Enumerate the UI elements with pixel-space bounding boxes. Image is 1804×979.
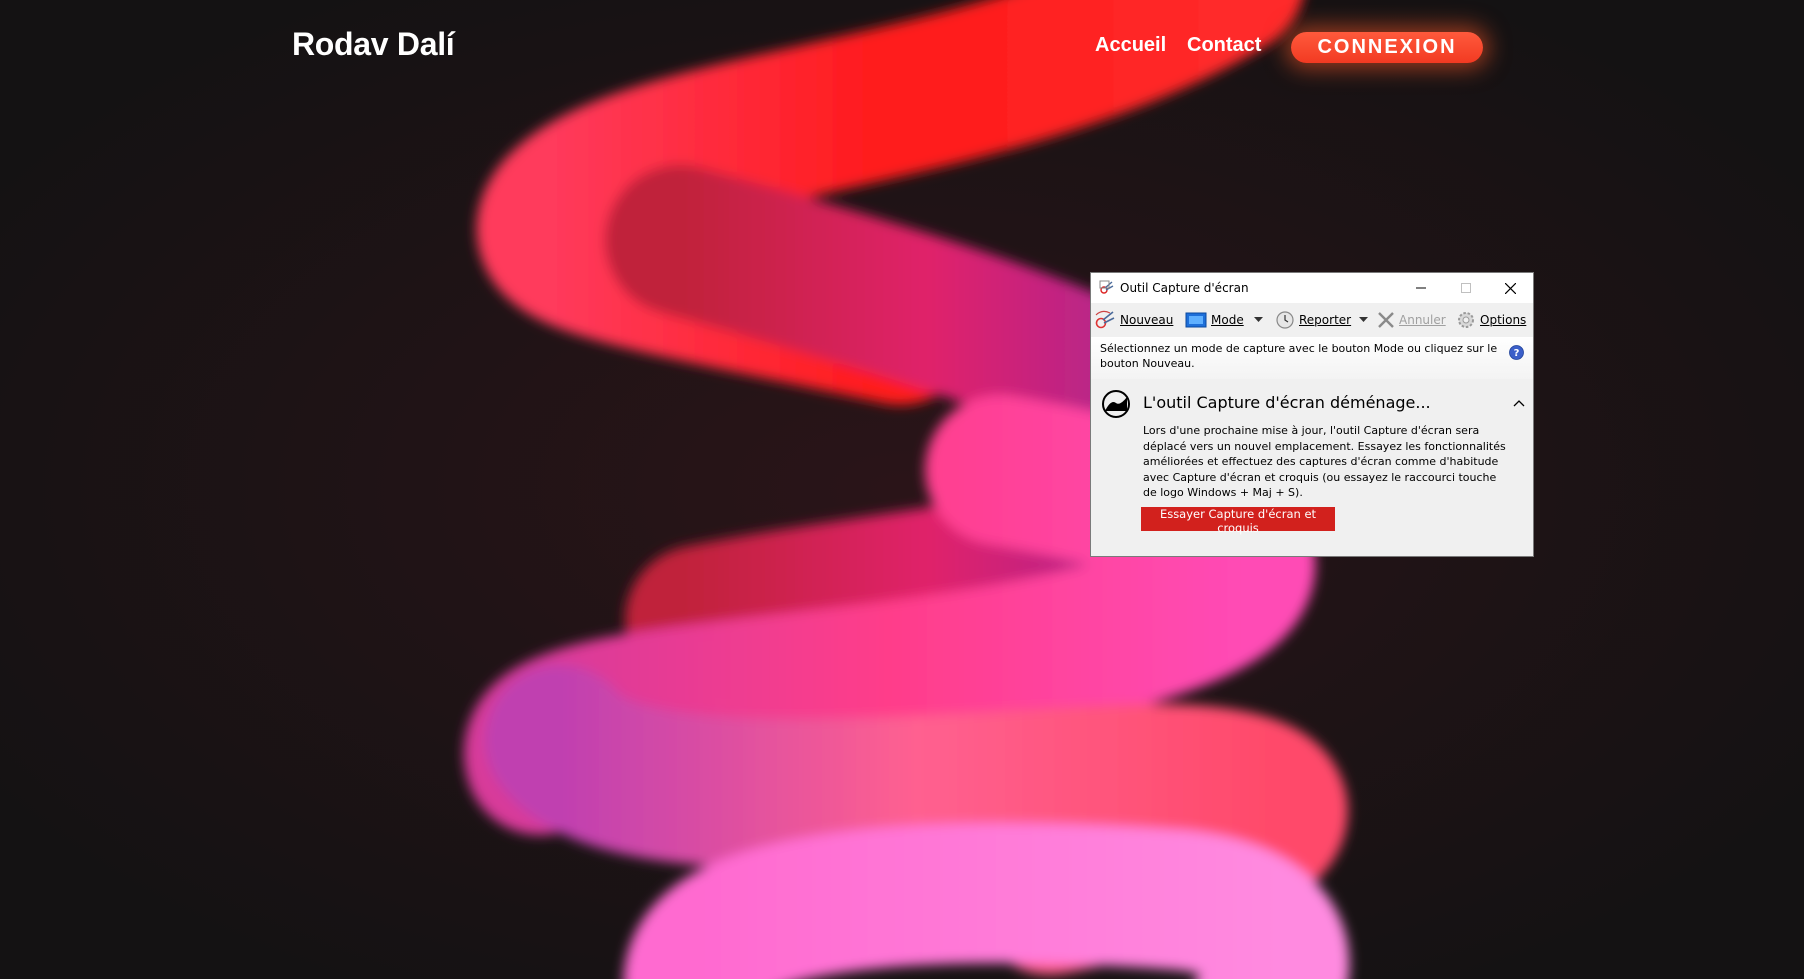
mode-dropdown[interactable] bbox=[1254, 309, 1267, 331]
nav-link-home[interactable]: Accueil bbox=[1095, 34, 1166, 57]
title-bar[interactable]: Outil Capture d'écran bbox=[1091, 273, 1533, 303]
maximize-icon bbox=[1460, 283, 1471, 293]
notice-body: Lors d'une prochaine mise à jour, l'outi… bbox=[1143, 424, 1506, 499]
new-button[interactable]: Nouveau bbox=[1094, 309, 1173, 331]
clock-icon bbox=[1276, 311, 1294, 329]
info-text: Sélectionnez un mode de capture avec le … bbox=[1100, 342, 1498, 370]
new-label: Nouveau bbox=[1120, 313, 1174, 327]
mode-label: Mode bbox=[1211, 313, 1244, 327]
snip-sketch-icon bbox=[1102, 390, 1130, 418]
delay-dropdown[interactable] bbox=[1359, 309, 1372, 331]
options-label: Options bbox=[1480, 313, 1527, 327]
maximize-button[interactable] bbox=[1443, 273, 1488, 303]
chevron-up-icon[interactable] bbox=[1511, 395, 1527, 411]
snip-icon bbox=[1099, 280, 1114, 294]
toolbar: Nouveau Mode Reporter Annuler Options bbox=[1091, 303, 1533, 337]
notice-panel: L'outil Capture d'écran déménage... Lors… bbox=[1091, 379, 1533, 556]
help-icon[interactable]: ? bbox=[1509, 345, 1524, 360]
site-header: Rodav Dalí Accueil Contact CONNEXION bbox=[0, 0, 1804, 100]
delay-label: Reporter bbox=[1299, 313, 1352, 327]
brand-logo[interactable]: Rodav Dalí bbox=[292, 26, 455, 63]
close-icon bbox=[1505, 282, 1516, 294]
cancel-label: Annuler bbox=[1399, 313, 1446, 327]
mode-button[interactable]: Mode bbox=[1185, 309, 1244, 331]
gear-icon bbox=[1458, 312, 1474, 328]
dropdown-arrow-icon bbox=[1254, 317, 1263, 322]
try-snip-sketch-button[interactable]: Essayer Capture d'écran et croquis bbox=[1141, 507, 1335, 535]
notice-title: L'outil Capture d'écran déménage... bbox=[1143, 393, 1431, 412]
cancel-button[interactable]: Annuler bbox=[1377, 309, 1446, 331]
options-button[interactable]: Options bbox=[1456, 309, 1526, 331]
login-button[interactable]: CONNEXION bbox=[1291, 32, 1483, 63]
dropdown-arrow-icon bbox=[1359, 317, 1368, 322]
delay-button[interactable]: Reporter bbox=[1275, 309, 1351, 331]
info-area: Sélectionnez un mode de capture avec le … bbox=[1091, 337, 1533, 379]
close-button[interactable] bbox=[1488, 273, 1533, 303]
cancel-x-icon bbox=[1378, 312, 1394, 328]
window-title: Outil Capture d'écran bbox=[1120, 281, 1249, 295]
minimize-button[interactable] bbox=[1398, 273, 1443, 303]
mode-icon bbox=[1185, 312, 1207, 328]
svg-text:?: ? bbox=[1514, 348, 1520, 359]
snipping-tool-window: Outil Capture d'écran Nouveau Mode Repor… bbox=[1090, 272, 1534, 557]
minimize-icon bbox=[1415, 287, 1426, 289]
new-snip-icon bbox=[1095, 310, 1115, 329]
nav-link-contact[interactable]: Contact bbox=[1187, 34, 1261, 57]
